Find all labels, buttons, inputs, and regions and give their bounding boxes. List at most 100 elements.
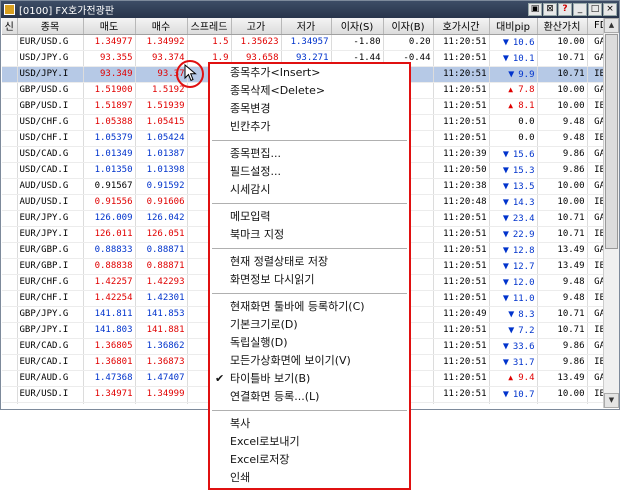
quote-time-cell: 11:20:51 bbox=[433, 130, 490, 147]
column-header[interactable]: 환산가치 bbox=[537, 18, 588, 35]
buy-price-cell: 126.051 bbox=[135, 226, 188, 243]
close-icon[interactable]: × bbox=[603, 3, 617, 16]
scroll-down-icon[interactable]: ▼ bbox=[604, 393, 619, 408]
menu-item[interactable]: 빈칸추가 bbox=[210, 118, 409, 136]
menu-item[interactable]: 현재 정렬상태로 저장 bbox=[210, 253, 409, 271]
menu-item[interactable]: 복사 bbox=[210, 415, 409, 433]
sell-price-cell: 126.011 bbox=[83, 226, 136, 243]
help-icon[interactable]: ? bbox=[558, 3, 572, 16]
down-triangle-icon: ▼ bbox=[502, 340, 509, 352]
up-triangle-icon: ▲ bbox=[508, 101, 514, 110]
converted-value-cell: 10.00 bbox=[537, 194, 588, 211]
converted-value-cell: 13.49 bbox=[537, 258, 588, 275]
menu-item[interactable]: 시세감시 bbox=[210, 181, 409, 199]
symbol-cell: USD/JPY.I bbox=[17, 66, 84, 83]
sell-price-cell: 1.47368 bbox=[83, 370, 136, 387]
buy-price-cell: 1.36873 bbox=[135, 354, 188, 371]
change-pip-value: 0.0 bbox=[518, 133, 535, 143]
column-header[interactable]: 고가 bbox=[231, 18, 282, 35]
down-triangle-icon: ▼ bbox=[502, 260, 509, 272]
change-pip-cell: ▼ 11.0 bbox=[489, 290, 538, 307]
menu-item[interactable]: 모든가상화면에 보이기(V) bbox=[210, 352, 409, 370]
menu-item[interactable]: 종목추가<Insert> bbox=[210, 64, 409, 82]
change-pip-cell: ▼ 33.6 bbox=[489, 338, 538, 355]
menu-item-label: 인쇄 bbox=[230, 471, 251, 484]
menu-item[interactable]: Excel로보내기 bbox=[210, 433, 409, 451]
minimize-icon[interactable]: _ bbox=[573, 3, 587, 16]
menu-item[interactable]: 종목편집... bbox=[210, 145, 409, 163]
symbol-cell: EUR/CHF.I bbox=[17, 290, 84, 307]
scroll-thumb[interactable] bbox=[605, 34, 618, 249]
menu-item[interactable]: 연결화면 등록...(L) bbox=[210, 388, 409, 406]
change-pip-cell: 0.0 bbox=[489, 130, 538, 147]
buy-price-cell: 1.34999 bbox=[135, 386, 188, 403]
menu-item-label: 빈칸추가 bbox=[230, 120, 271, 133]
menu-item-label: 타이틀바 보기(B) bbox=[230, 372, 311, 385]
quote-row[interactable]: EUR/USD.G 1.34977 1.34992 1.5 1.35623 1.34957… bbox=[2, 34, 603, 51]
change-pip-cell: ▲ 9.4 bbox=[489, 370, 538, 387]
save-icon[interactable]: ▣ bbox=[528, 3, 542, 16]
fdm-cell: IBFX bbox=[587, 66, 603, 83]
new-flag-cell bbox=[2, 114, 18, 131]
sell-price-cell: 1.36801 bbox=[83, 354, 136, 371]
column-header[interactable]: 대비pip bbox=[489, 18, 538, 35]
column-header[interactable]: 신 bbox=[2, 18, 18, 35]
menu-item-label: Excel로저장 bbox=[230, 453, 290, 466]
scroll-up-icon[interactable]: ▲ bbox=[604, 18, 619, 33]
menu-item-label: 복사 bbox=[230, 417, 251, 430]
vertical-scrollbar[interactable]: ▲ ▼ bbox=[603, 18, 619, 408]
symbol-cell: GBP/JPY.G bbox=[17, 306, 84, 323]
menu-item[interactable]: 필드설정... bbox=[210, 163, 409, 181]
menu-item[interactable]: 현재화면 툴바에 등록하기(C) bbox=[210, 298, 409, 316]
column-header[interactable]: 종목 bbox=[17, 18, 84, 35]
buy-price-cell: 1.34992 bbox=[135, 34, 188, 51]
menu-item[interactable]: 메모입력 bbox=[210, 208, 409, 226]
down-triangle-icon: ▼ bbox=[508, 324, 515, 336]
menu-item[interactable]: 인쇄 bbox=[210, 469, 409, 487]
menu-item-label: 메모입력 bbox=[230, 210, 271, 223]
fdm-cell: IBFX bbox=[587, 98, 603, 115]
column-header[interactable]: 호가시간 bbox=[433, 18, 490, 35]
menu-item[interactable]: 화면정보 다시읽기 bbox=[210, 271, 409, 289]
interest-buy-cell: 0.20 bbox=[383, 34, 434, 51]
fdm-cell: GAIN bbox=[587, 146, 603, 163]
column-header[interactable]: 저가 bbox=[281, 18, 332, 35]
symbol-cell: GBP/USD.G bbox=[17, 82, 84, 99]
change-pip-cell: ▼ 15.6 bbox=[489, 146, 538, 163]
pin-icon[interactable]: ⊠ bbox=[543, 3, 557, 16]
menu-item[interactable]: ✔ 타이틀바 보기(B) bbox=[210, 370, 409, 388]
maximize-icon[interactable]: □ bbox=[588, 3, 602, 16]
sell-price-cell: 1.34977 bbox=[83, 34, 136, 51]
low-price-cell: 1.34957 bbox=[281, 34, 332, 51]
menu-item[interactable]: 기본크기로(D) bbox=[210, 316, 409, 334]
new-flag-cell bbox=[2, 50, 18, 67]
fdm-cell: IBFX bbox=[587, 194, 603, 211]
quote-time-cell: 11:20:51 bbox=[433, 258, 490, 275]
change-pip-cell: ▼ 14.3 bbox=[489, 194, 538, 211]
menu-item[interactable]: Excel로저장 bbox=[210, 451, 409, 469]
column-header[interactable]: 이자(B) bbox=[383, 18, 434, 35]
symbol-cell: EUR/CAD.G bbox=[17, 338, 84, 355]
converted-value-cell: 9.48 bbox=[537, 130, 588, 147]
sell-price-cell: 126.009 bbox=[83, 210, 136, 227]
down-triangle-icon: ▼ bbox=[502, 228, 509, 240]
symbol-cell: EUR/CAD.I bbox=[17, 354, 84, 371]
column-header[interactable]: FDM bbox=[587, 18, 603, 35]
menu-item[interactable]: 북마크 지정 bbox=[210, 226, 409, 244]
menu-item[interactable]: 독립실행(D) bbox=[210, 334, 409, 352]
change-pip-value: 12.0 bbox=[512, 277, 535, 288]
column-header[interactable]: 스프레드 bbox=[187, 18, 232, 35]
titlebar-buttons: ▣ ⊠ ? _ □ × bbox=[528, 3, 617, 16]
change-pip-cell: ▲ 7.8 bbox=[489, 82, 538, 99]
column-header[interactable]: 매수 bbox=[135, 18, 188, 35]
new-flag-cell bbox=[2, 290, 18, 307]
menu-item[interactable]: 종목변경 bbox=[210, 100, 409, 118]
buy-price-cell: 0.91592 bbox=[135, 178, 188, 195]
menu-item[interactable]: 종목삭제<Delete> bbox=[210, 82, 409, 100]
converted-value-cell: 10.71 bbox=[537, 210, 588, 227]
column-header[interactable]: 매도 bbox=[83, 18, 136, 35]
window-titlebar[interactable]: [0100] FX호가전광판 ▣ ⊠ ? _ □ × bbox=[1, 1, 619, 18]
change-pip-value: 10.7 bbox=[512, 389, 535, 400]
menu-item-label: 시세감시 bbox=[230, 183, 271, 196]
column-header[interactable]: 이자(S) bbox=[331, 18, 384, 35]
